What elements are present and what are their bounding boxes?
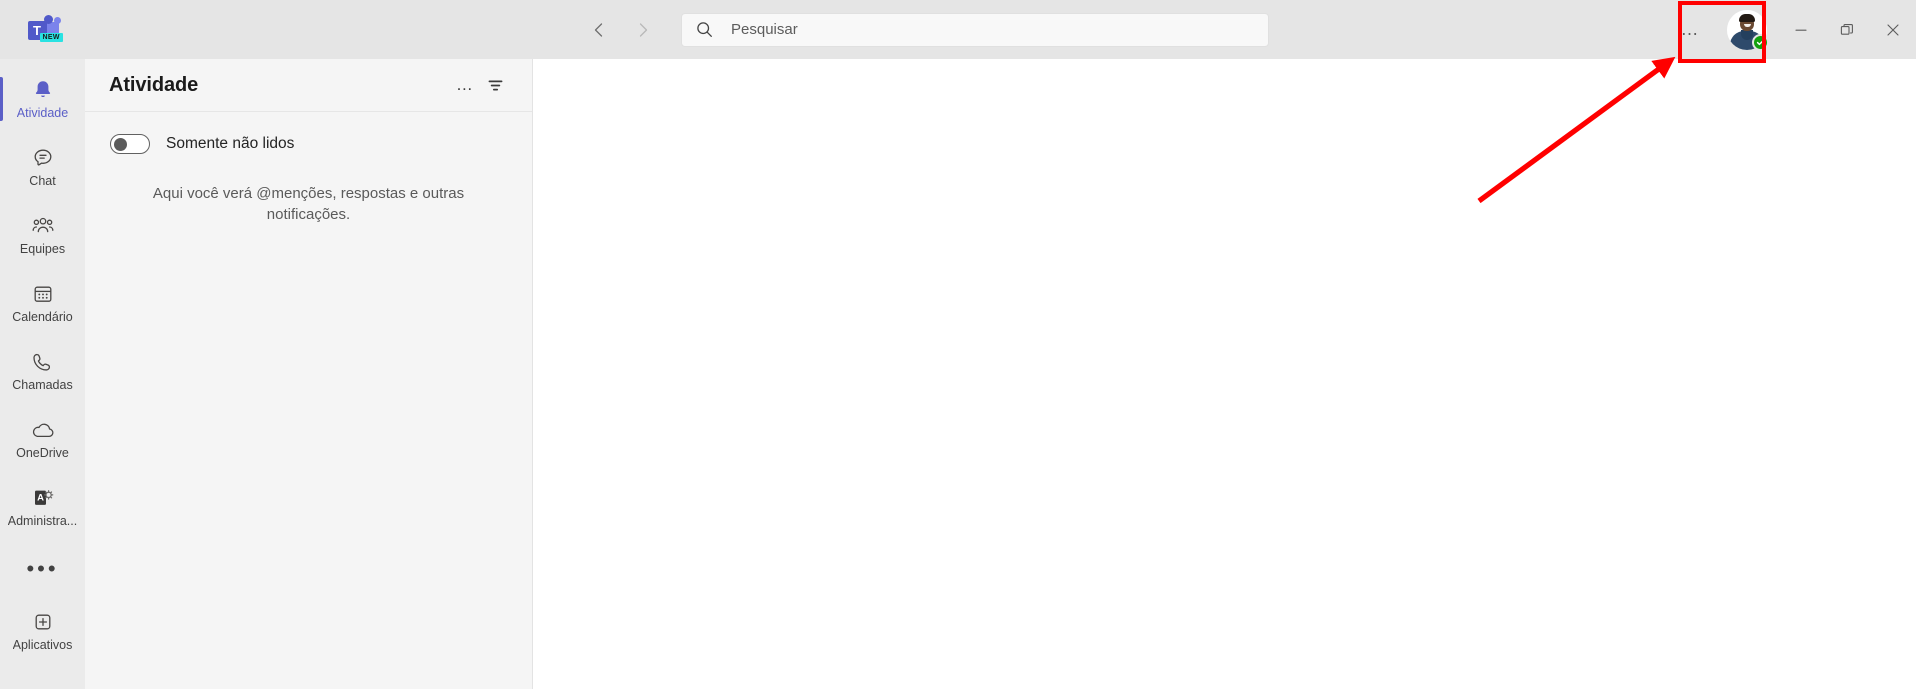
sidebar-item-administracao[interactable]: A Administra...	[0, 473, 85, 541]
sidebar-label-atividade: Atividade	[16, 107, 69, 121]
chat-bubble-icon	[31, 145, 55, 171]
account-avatar-button[interactable]	[1716, 0, 1778, 59]
cloud-icon	[30, 417, 56, 443]
sidebar-label-administracao: Administra...	[7, 515, 78, 529]
avatar-collar	[1741, 29, 1753, 40]
app-logo-area: T NEW	[0, 0, 85, 59]
sidebar-label-onedrive: OneDrive	[16, 447, 69, 461]
sidebar-item-calendario[interactable]: Calendário	[0, 269, 85, 337]
more-horizontal-icon: •••	[26, 556, 59, 581]
unread-only-toggle[interactable]	[110, 134, 150, 154]
teams-logo-icon: T NEW	[23, 14, 63, 45]
titlebar-right-controls: …	[1672, 0, 1916, 59]
activity-filter-button[interactable]	[480, 70, 510, 100]
sidebar-item-aplicativos[interactable]: Aplicativos	[0, 597, 85, 665]
sidebar-item-equipes[interactable]: Equipes	[0, 201, 85, 269]
svg-text:A: A	[37, 493, 44, 504]
toggle-knob	[114, 137, 127, 151]
window-body: Atividade Chat Equipes Calendário Chamad…	[0, 59, 1916, 689]
navigation-arrows	[585, 16, 657, 44]
search-placeholder: Pesquisar	[731, 21, 798, 38]
activity-panel-header: Atividade …	[85, 59, 532, 112]
app-rail-sidebar: Atividade Chat Equipes Calendário Chamad…	[0, 59, 85, 689]
sidebar-label-chamadas: Chamadas	[12, 379, 73, 393]
close-button[interactable]	[1870, 0, 1916, 59]
unread-toggle-label: Somente não lidos	[166, 135, 295, 152]
sidebar-label-calendario: Calendário	[12, 311, 73, 325]
sidebar-item-chamadas[interactable]: Chamadas	[0, 337, 85, 405]
main-content-area	[533, 59, 1916, 689]
apps-plus-icon	[31, 609, 55, 635]
phone-icon	[31, 349, 55, 375]
sidebar-item-chat[interactable]: Chat	[0, 133, 85, 201]
avatar-smile	[1744, 23, 1751, 27]
sidebar-item-onedrive[interactable]: OneDrive	[0, 405, 85, 473]
page-title: Atividade	[109, 73, 199, 96]
unread-toggle-row: Somente não lidos	[85, 112, 532, 154]
teams-window: T NEW Pesquisar … Atividade Chat Equipes…	[0, 0, 1916, 689]
logo-new-badge: NEW	[39, 32, 63, 42]
header-more-options-button[interactable]: …	[1672, 12, 1708, 48]
sidebar-more-apps-button[interactable]: •••	[0, 541, 85, 597]
sidebar-label-equipes: Equipes	[19, 243, 66, 257]
people-icon	[30, 213, 56, 239]
status-available-icon	[1752, 33, 1769, 51]
forward-button[interactable]	[629, 16, 657, 44]
activity-more-options-button[interactable]: …	[450, 70, 480, 100]
logo-dot-small	[53, 16, 61, 24]
activity-panel: Atividade … Somente não lidos Aqui você …	[85, 59, 533, 689]
calendar-icon	[31, 281, 55, 307]
bell-icon	[31, 77, 55, 103]
avatar	[1727, 9, 1769, 51]
sidebar-label-aplicativos: Aplicativos	[12, 639, 73, 653]
search-icon	[696, 21, 713, 38]
sidebar-label-chat: Chat	[29, 175, 56, 189]
avatar-hair	[1739, 13, 1755, 22]
back-button[interactable]	[585, 16, 613, 44]
activity-empty-state-text: Aqui você verá @menções, respostas e out…	[152, 185, 465, 224]
maximize-restore-button[interactable]	[1824, 0, 1870, 59]
title-bar: T NEW Pesquisar …	[0, 0, 1916, 59]
sidebar-item-atividade[interactable]: Atividade	[0, 65, 85, 133]
minimize-button[interactable]	[1778, 0, 1824, 59]
search-input[interactable]: Pesquisar	[681, 12, 1269, 47]
admin-gear-icon: A	[30, 485, 56, 511]
